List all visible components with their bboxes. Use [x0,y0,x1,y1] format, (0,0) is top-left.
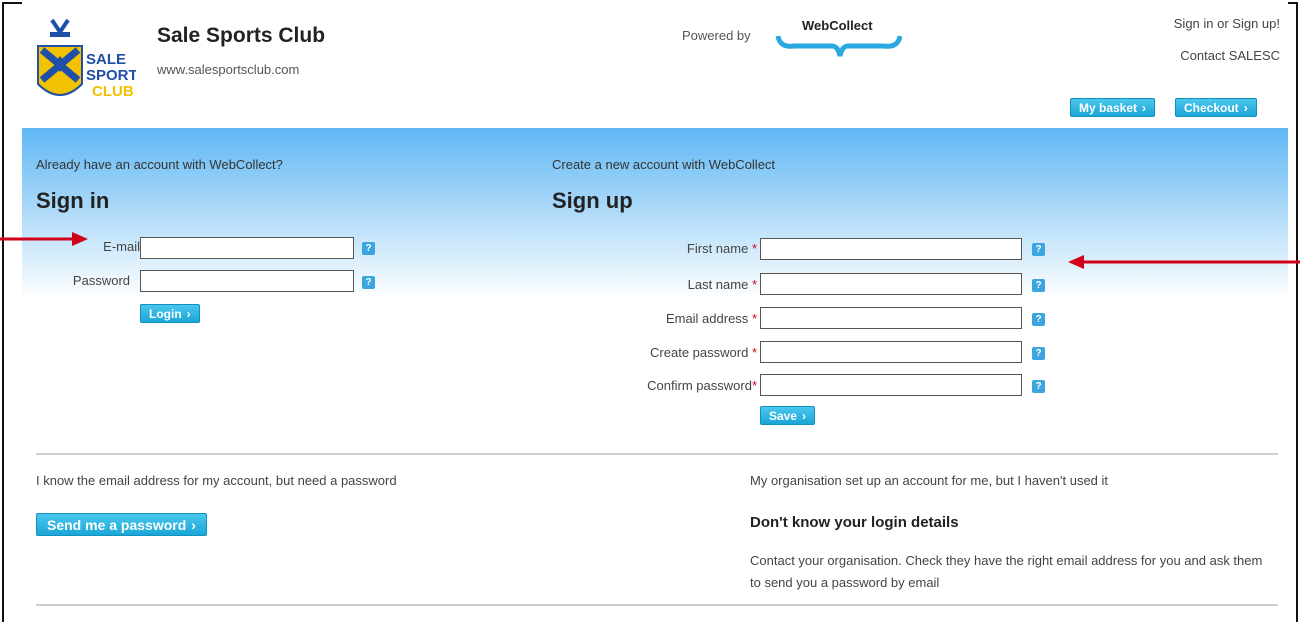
signin-signup-link[interactable]: Sign in or Sign up! [1174,16,1280,31]
help-icon[interactable]: ? [1032,380,1045,393]
help-icon[interactable]: ? [1032,279,1045,292]
chevron-right-icon: › [191,517,196,533]
signup-intro: Create a new account with WebCollect [552,157,776,172]
club-url: www.salesportsclub.com [157,62,300,77]
chevron-right-icon: › [1243,101,1248,115]
create-password-input[interactable] [760,341,1022,363]
chevron-right-icon: › [802,409,807,423]
save-label: Save [769,409,798,423]
page: SALE SPORTS CLUB Sale Sports Club www.sa… [22,0,1288,620]
first-name-label: First name * [582,241,757,256]
required-marker: * [751,241,757,256]
red-arrow-icon [1068,255,1300,269]
login-label: Login [149,307,182,321]
chevron-right-icon: › [186,307,191,321]
logo-text-sports: SPORTS [86,67,136,84]
confirm-password-label-text: Confirm password [647,378,752,393]
first-name-label-text: First name [686,241,749,256]
club-logo[interactable]: SALE SPORTS CLUB [32,18,148,116]
signin-title: Sign in [36,188,110,213]
send-password-button[interactable]: Send me a password › [36,513,207,536]
help-icon[interactable]: ? [1032,243,1045,256]
chevron-right-icon: › [1142,101,1147,115]
last-name-label-text: Last name [687,277,749,292]
checkout-button[interactable]: Checkout › [1175,98,1257,117]
password-label: Password [72,273,130,288]
required-marker: * [751,277,757,292]
section-divider [36,453,1278,455]
create-password-label-text: Create password [650,345,749,360]
last-name-input[interactable] [760,273,1022,295]
help-icon[interactable]: ? [362,242,375,255]
webcollect-logo-text: WebCollect [802,18,873,33]
required-marker: * [751,378,757,393]
logo-text-sale: SALE [86,51,126,68]
password-help-text: I know the email address for my account,… [36,473,397,488]
signin-intro: Already have an account with WebCollect? [36,157,283,172]
help-icon[interactable]: ? [1032,347,1045,360]
powered-by-text: Powered by [682,28,751,43]
send-password-label: Send me a password [47,517,187,533]
red-arrow-icon [0,232,88,246]
confirm-password-input[interactable] [760,374,1022,396]
signin-password-input[interactable] [140,270,354,292]
org-help-body: Contact your organisation. Check they ha… [750,553,1263,590]
email-address-label: Email address * [582,311,757,326]
required-marker: * [751,345,757,360]
signup-title: Sign up [552,188,633,213]
create-password-label: Create password * [582,345,757,360]
checkout-label: Checkout [1184,101,1239,115]
my-basket-button[interactable]: My basket › [1070,98,1156,117]
logo-text-club: CLUB [92,83,134,100]
my-basket-label: My basket [1079,101,1138,115]
org-help-subtitle: Don't know your login details [750,514,959,531]
club-name: Sale Sports Club [157,24,326,47]
signin-email-input[interactable] [140,237,354,259]
help-icon[interactable]: ? [1032,313,1045,326]
login-button[interactable]: Login › [140,304,200,323]
save-button[interactable]: Save › [760,406,816,425]
email-address-label-text: Email address [665,311,749,326]
contact-link[interactable]: Contact SALESC [1180,48,1280,63]
required-marker: * [751,311,757,326]
last-name-label: Last name * [582,277,757,292]
first-name-input[interactable] [760,238,1022,260]
email-address-input[interactable] [760,307,1022,329]
confirm-password-label: Confirm password* [582,378,757,393]
bottom-divider [36,604,1278,606]
help-icon[interactable]: ? [362,276,375,289]
webcollect-logo[interactable]: WebCollect [772,16,903,60]
org-help-text: My organisation set up an account for me… [750,473,1109,488]
